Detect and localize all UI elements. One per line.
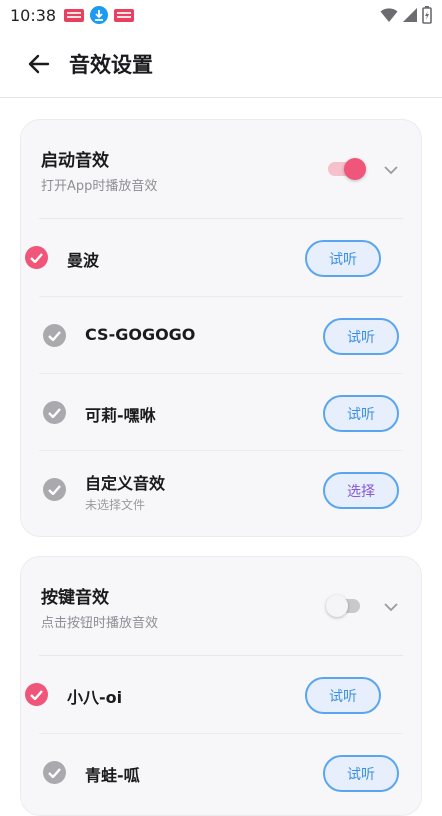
download-icon — [90, 6, 109, 24]
back-button[interactable] — [17, 42, 61, 86]
status-bar: 10:38 — [0, 0, 442, 30]
page-title: 音效设置 — [69, 52, 153, 77]
preview-button[interactable]: 试听 — [323, 395, 399, 432]
notification-icons — [64, 6, 135, 24]
check-circle-icon[interactable] — [43, 401, 66, 424]
system-icons — [380, 6, 432, 24]
list-item[interactable]: 青蛙-呱 试听 — [39, 733, 403, 810]
startup-sound-toggle[interactable] — [326, 158, 366, 180]
sound-name: 青蛙-呱 — [85, 766, 140, 785]
list-item[interactable]: 自定义音效 未选择文件 选择 — [39, 450, 403, 527]
sound-name: 自定义音效 — [85, 474, 166, 493]
collapse-button[interactable] — [381, 597, 401, 617]
startup-sound-card: 启动音效 打开App时播放音效 曼波 试听 CS-GOGOGO 试听 可莉-嘿咻… — [20, 119, 422, 537]
section-subtitle: 点击按钮时播放音效 — [41, 616, 159, 631]
check-circle-icon[interactable] — [25, 246, 48, 269]
collapse-button[interactable] — [381, 160, 401, 180]
check-circle-icon[interactable] — [43, 324, 66, 347]
preview-button[interactable]: 试听 — [305, 240, 381, 277]
section-title: 按键音效 — [41, 588, 109, 608]
toggle-thumb — [344, 158, 366, 180]
app-notification-icon — [114, 8, 135, 22]
choose-file-button[interactable]: 选择 — [323, 472, 399, 509]
list-item[interactable]: 曼波 试听 — [21, 219, 421, 296]
check-circle-icon[interactable] — [43, 478, 66, 501]
key-sound-toggle[interactable] — [326, 595, 366, 617]
sound-name: 可莉-嘿咻 — [85, 406, 156, 425]
battery-icon — [422, 6, 432, 24]
sound-name: CS-GOGOGO — [85, 325, 196, 344]
status-time: 10:38 — [10, 5, 57, 25]
arrow-left-icon — [28, 54, 50, 73]
app-notification-icon — [64, 8, 85, 22]
app-bar: 音效设置 — [0, 30, 442, 98]
sound-name: 小八-oi — [67, 688, 123, 707]
file-status: 未选择文件 — [85, 498, 146, 512]
list-item[interactable]: 可莉-嘿咻 试听 — [39, 373, 403, 450]
preview-button[interactable]: 试听 — [323, 318, 399, 355]
wifi-icon — [380, 8, 398, 22]
toggle-thumb — [326, 595, 348, 617]
section-title: 启动音效 — [41, 151, 109, 171]
card-header: 按键音效 点击按钮时播放音效 — [21, 557, 421, 655]
check-circle-icon[interactable] — [25, 683, 48, 706]
chevron-down-icon — [384, 602, 398, 611]
preview-button[interactable]: 试听 — [305, 677, 381, 714]
chevron-down-icon — [384, 165, 398, 174]
list-item[interactable]: 小八-oi 试听 — [21, 656, 421, 733]
check-circle-icon[interactable] — [43, 761, 66, 784]
card-header: 启动音效 打开App时播放音效 — [21, 120, 421, 218]
key-sound-card: 按键音效 点击按钮时播放音效 小八-oi 试听 青蛙-呱 试听 — [20, 556, 422, 816]
section-subtitle: 打开App时播放音效 — [41, 179, 158, 194]
preview-button[interactable]: 试听 — [323, 755, 399, 792]
list-item[interactable]: CS-GOGOGO 试听 — [39, 296, 403, 373]
sound-name: 曼波 — [67, 251, 100, 270]
signal-icon — [403, 8, 417, 22]
